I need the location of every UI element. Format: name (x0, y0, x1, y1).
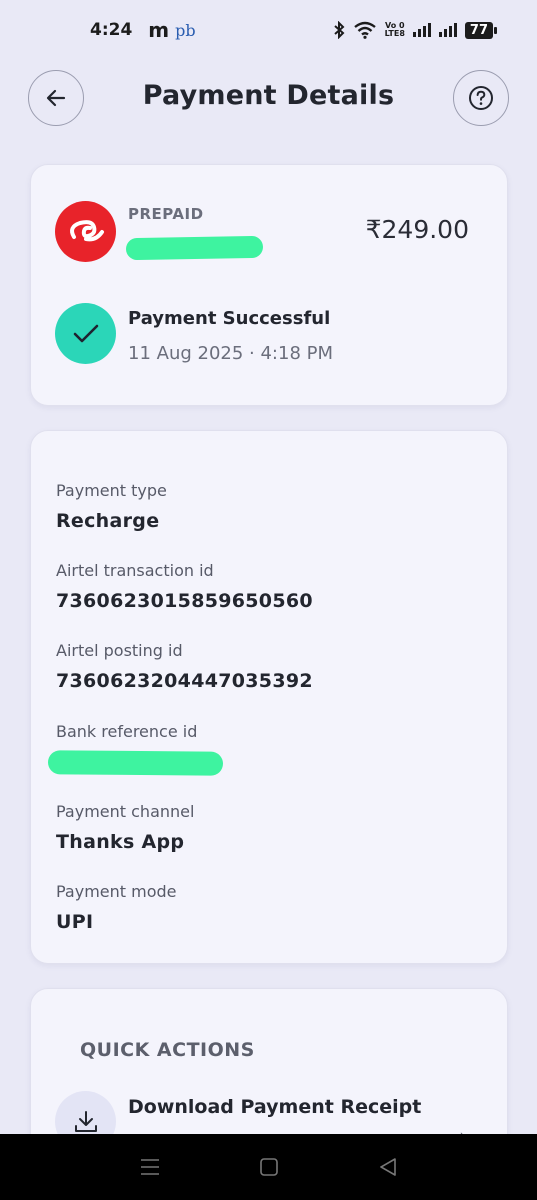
payment-details-card: Payment type Recharge Airtel transaction… (30, 430, 508, 964)
detail-label: Payment type (56, 481, 167, 500)
detail-value: 7360623015859650560 (56, 590, 313, 612)
detail-value: Recharge (56, 510, 160, 532)
detail-payment-type: Payment type Recharge (56, 481, 167, 532)
status-bar: 4:24 m pb Vo 0 LTE8 77 (0, 0, 537, 60)
redacted-number (125, 235, 264, 261)
detail-posting-id: Airtel posting id 7360623204447035392 (56, 641, 313, 692)
status-icons: Vo 0 LTE8 77 (333, 21, 498, 39)
download-receipt-button[interactable]: Download Payment Receipt (128, 1096, 421, 1118)
success-badge (55, 303, 116, 364)
system-navigation-bar (0, 1134, 537, 1200)
detail-value: 7360623204447035392 (56, 670, 313, 692)
detail-value: Thanks App (56, 831, 185, 853)
payment-status: Payment Successful (128, 308, 331, 329)
detail-bank-reference: Bank reference id (56, 722, 197, 751)
question-icon (469, 86, 493, 110)
payment-date: 11 Aug 2025 · 4:18 PM (128, 343, 333, 364)
app-notification-icon: m (148, 18, 170, 42)
signal-icon (412, 23, 431, 37)
download-icon (74, 1110, 97, 1132)
detail-label: Bank reference id (56, 722, 198, 741)
help-button[interactable] (453, 70, 509, 126)
status-time: 4:24 (90, 20, 133, 40)
redacted-bank-reference (47, 750, 224, 776)
detail-value: UPI (56, 911, 94, 933)
app-notification-icon: pb (175, 20, 196, 40)
detail-payment-channel: Payment channel Thanks App (56, 802, 194, 853)
home-icon[interactable] (259, 1157, 279, 1177)
signal-icon (438, 23, 457, 37)
bluetooth-icon (333, 21, 345, 39)
plan-type: PREPAID (128, 205, 204, 223)
detail-label: Payment channel (56, 802, 195, 821)
header: Payment Details (0, 70, 537, 128)
detail-label: Airtel posting id (56, 641, 183, 660)
payment-amount: ₹249.00 (365, 215, 469, 244)
network-type: Vo 0 LTE8 (384, 21, 405, 38)
back-nav-icon[interactable] (378, 1157, 398, 1177)
check-icon (73, 324, 98, 342)
detail-payment-mode: Payment mode UPI (56, 882, 177, 933)
wifi-icon (353, 21, 376, 39)
detail-label: Payment mode (56, 882, 177, 901)
detail-label: Airtel transaction id (56, 561, 214, 580)
quick-actions-title: QUICK ACTIONS (80, 1039, 255, 1061)
airtel-logo (55, 201, 116, 262)
payment-summary-card: PREPAID ₹249.00 Payment Successful 11 Au… (30, 164, 508, 406)
menu-icon[interactable] (139, 1158, 161, 1176)
detail-transaction-id: Airtel transaction id 736062301585965056… (56, 561, 313, 612)
battery-icon: 77 (464, 21, 498, 39)
